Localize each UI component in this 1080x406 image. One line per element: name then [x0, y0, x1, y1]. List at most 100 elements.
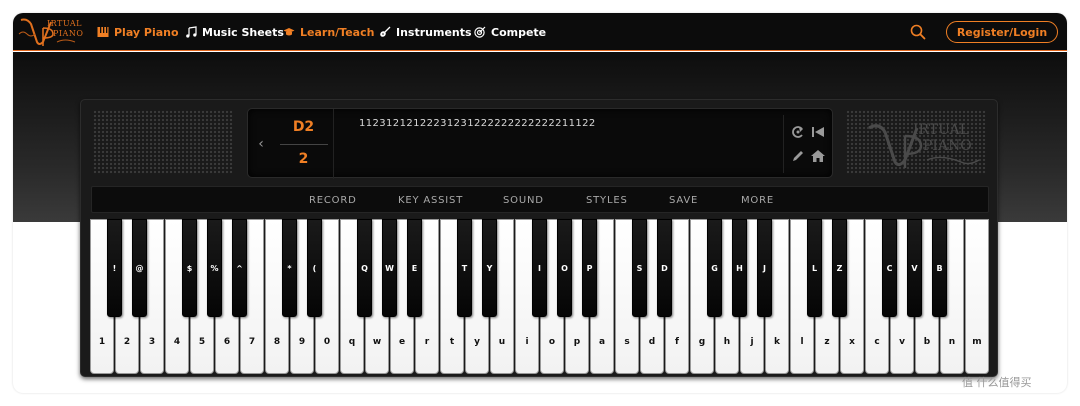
- logo-text-bottom: PIANO: [53, 29, 84, 38]
- white-key-label: t: [449, 337, 455, 347]
- menu-save[interactable]: SAVE: [669, 187, 698, 214]
- black-key[interactable]: V: [907, 219, 922, 317]
- white-key-label: c: [874, 337, 880, 347]
- black-key[interactable]: D: [657, 219, 672, 317]
- virtual-piano-logo[interactable]: IRTUAL PIANO: [17, 16, 84, 48]
- app-frame: IRTUAL PIANO Play Piano Music Sheets Lea…: [13, 13, 1067, 393]
- nav-music-sheets[interactable]: Music Sheets: [185, 13, 284, 51]
- menu-key-assist[interactable]: KEY ASSIST: [398, 187, 463, 214]
- black-key-label: C: [886, 264, 893, 273]
- graduation-cap-icon: [283, 28, 295, 36]
- nav-learn-teach[interactable]: Learn/Teach: [283, 13, 374, 51]
- search-icon[interactable]: [910, 24, 926, 40]
- white-key-label: g: [698, 337, 706, 347]
- guitar-icon: [380, 26, 391, 37]
- black-key[interactable]: (: [307, 219, 322, 317]
- white-key-label: 1: [98, 337, 106, 347]
- white-key-label: 9: [298, 337, 306, 347]
- white-key-label: r: [424, 337, 430, 347]
- white-key-label: a: [598, 337, 606, 347]
- chevron-left-icon[interactable]: ‹: [254, 135, 268, 153]
- white-key-label: p: [573, 337, 581, 347]
- black-key-label: V: [911, 264, 918, 273]
- black-key-label: ^: [236, 264, 243, 273]
- black-key-label: !: [112, 264, 117, 273]
- nav-instruments[interactable]: Instruments: [379, 13, 472, 51]
- white-key-label: n: [948, 337, 956, 347]
- nav-compete[interactable]: Compete: [474, 13, 546, 51]
- black-key[interactable]: ^: [232, 219, 247, 317]
- black-key[interactable]: C: [882, 219, 897, 317]
- white-key-label: 7: [248, 337, 256, 347]
- white-key-label: k: [774, 337, 780, 347]
- black-key[interactable]: S: [632, 219, 647, 317]
- menu-more[interactable]: MORE: [741, 187, 774, 214]
- white-key[interactable]: m: [965, 219, 989, 374]
- black-key-label: Z: [836, 264, 843, 273]
- black-key[interactable]: I: [532, 219, 547, 317]
- white-key-label: 2: [123, 337, 131, 347]
- black-key[interactable]: *: [282, 219, 297, 317]
- display-tools: [783, 115, 831, 173]
- white-key-label: d: [648, 337, 656, 347]
- white-key-label: l: [800, 337, 804, 347]
- music-notes-icon: [186, 26, 197, 38]
- black-key-label: (: [312, 264, 317, 273]
- piano-menu-bar: RECORD KEY ASSIST SOUND STYLES SAVE MORE: [91, 186, 989, 213]
- current-note-box: D2 2: [274, 109, 334, 179]
- register-login-button[interactable]: Register/Login: [946, 21, 1058, 43]
- pencil-icon[interactable]: [790, 148, 806, 164]
- piano-keyboard: 1 2 3 4 5 6 7 8 9 0 q w e r t y u i o p a s d f g h j k l z x c v b n m! @ $%…: [90, 219, 990, 374]
- black-key-label: E: [411, 264, 418, 273]
- current-key: 2: [298, 151, 309, 167]
- black-key[interactable]: @: [132, 219, 147, 317]
- black-key-label: P: [586, 264, 593, 273]
- logo-text-top: IRTUAL: [47, 19, 82, 28]
- white-key-label: m: [972, 337, 982, 347]
- black-key[interactable]: Z: [832, 219, 847, 317]
- black-key[interactable]: H: [732, 219, 747, 317]
- black-key[interactable]: !: [107, 219, 122, 317]
- black-key-label: Q: [361, 264, 368, 273]
- black-key-label: T: [461, 264, 468, 273]
- sheet-display: ‹ D2 2 112312121222312312222222222222111…: [247, 108, 833, 179]
- black-key[interactable]: T: [457, 219, 472, 317]
- piano-icon: [97, 27, 109, 37]
- white-key-label: 5: [198, 337, 206, 347]
- home-icon[interactable]: [810, 148, 826, 164]
- white-key-label: u: [498, 337, 506, 347]
- black-key[interactable]: Q: [357, 219, 372, 317]
- sheet-notes: 11231212122231231222222222222211122: [359, 118, 596, 129]
- black-key[interactable]: $: [182, 219, 197, 317]
- menu-styles[interactable]: STYLES: [586, 187, 628, 214]
- nav-play-piano[interactable]: Play Piano: [97, 13, 179, 51]
- black-key[interactable]: L: [807, 219, 822, 317]
- current-note: D2: [292, 119, 315, 135]
- nav-play-piano-label: Play Piano: [114, 25, 179, 39]
- black-key[interactable]: O: [557, 219, 572, 317]
- black-key-label: L: [811, 264, 818, 273]
- virtual-piano: IRTUAL PIANO ‹ D2 2 11231212122231231222…: [80, 99, 998, 377]
- black-key-label: H: [736, 264, 743, 273]
- black-key[interactable]: E: [407, 219, 422, 317]
- white-key-label: e: [398, 337, 406, 347]
- black-key[interactable]: Y: [482, 219, 497, 317]
- black-key-label: %: [210, 264, 219, 273]
- black-key[interactable]: W: [382, 219, 397, 317]
- black-key[interactable]: %: [207, 219, 222, 317]
- black-key[interactable]: B: [932, 219, 947, 317]
- loop-icon[interactable]: [790, 124, 806, 140]
- black-key-label: B: [936, 264, 943, 273]
- skip-back-icon[interactable]: [810, 124, 826, 140]
- white-key-label: h: [723, 337, 731, 347]
- menu-record[interactable]: RECORD: [309, 187, 357, 214]
- black-key[interactable]: G: [707, 219, 722, 317]
- note-divider: [280, 144, 328, 145]
- black-key[interactable]: J: [757, 219, 772, 317]
- target-icon: [474, 26, 486, 38]
- black-key[interactable]: P: [582, 219, 597, 317]
- black-key-label: S: [636, 264, 643, 273]
- white-key-label: 3: [148, 337, 156, 347]
- white-key-label: q: [348, 337, 356, 347]
- menu-sound[interactable]: SOUND: [503, 187, 544, 214]
